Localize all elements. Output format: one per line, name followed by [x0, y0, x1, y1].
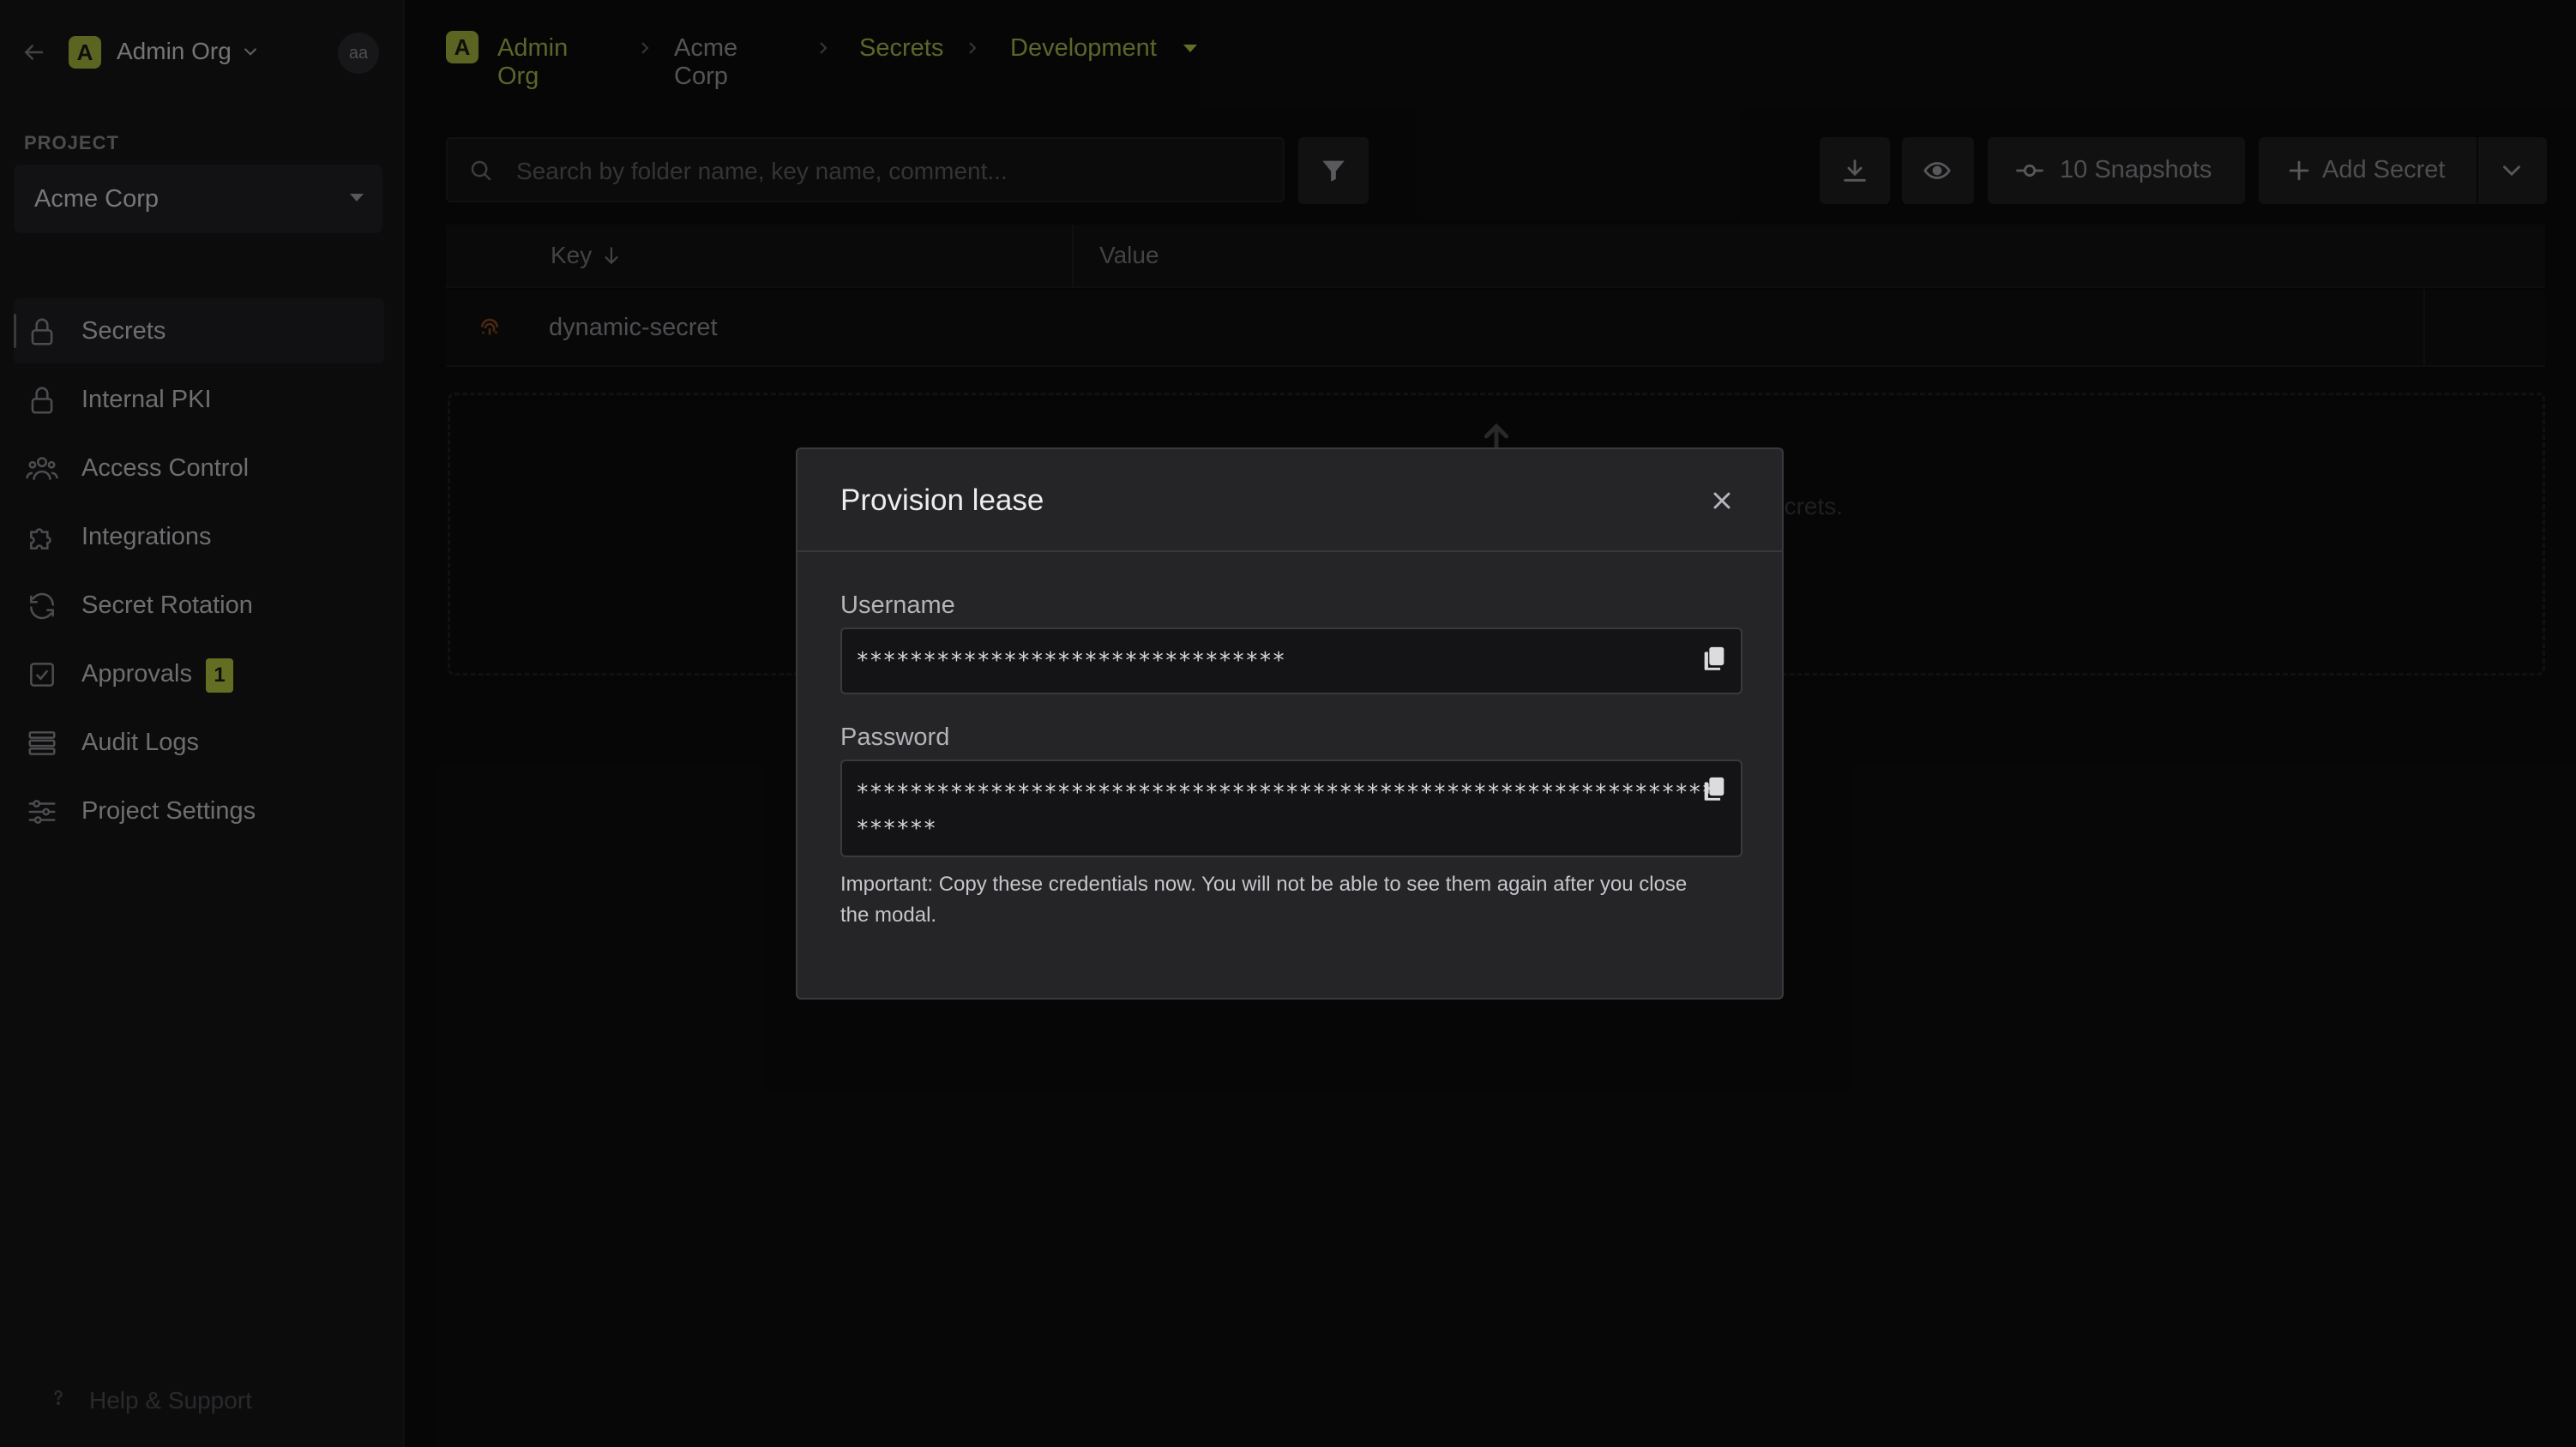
modal-header: Provision lease — [797, 449, 1782, 552]
modal-title: Provision lease — [840, 483, 1044, 517]
username-value: ******************************** — [856, 648, 1285, 674]
provision-lease-modal: Provision lease Username ***************… — [796, 447, 1784, 1000]
password-label: Password — [840, 724, 950, 751]
password-value: ****************************************… — [856, 780, 1715, 842]
username-label: Username — [840, 591, 955, 619]
copy-icon[interactable] — [1700, 645, 1729, 674]
password-field[interactable]: ****************************************… — [840, 760, 1742, 857]
close-icon[interactable] — [1708, 487, 1736, 514]
app-root: A Admin Org aa PROJECT Acme Corp Secrets… — [0, 0, 2576, 1447]
credentials-warning: Important: Copy these credentials now. Y… — [840, 873, 1688, 927]
username-field[interactable]: ******************************** — [840, 627, 1742, 694]
copy-icon[interactable] — [1700, 775, 1729, 804]
